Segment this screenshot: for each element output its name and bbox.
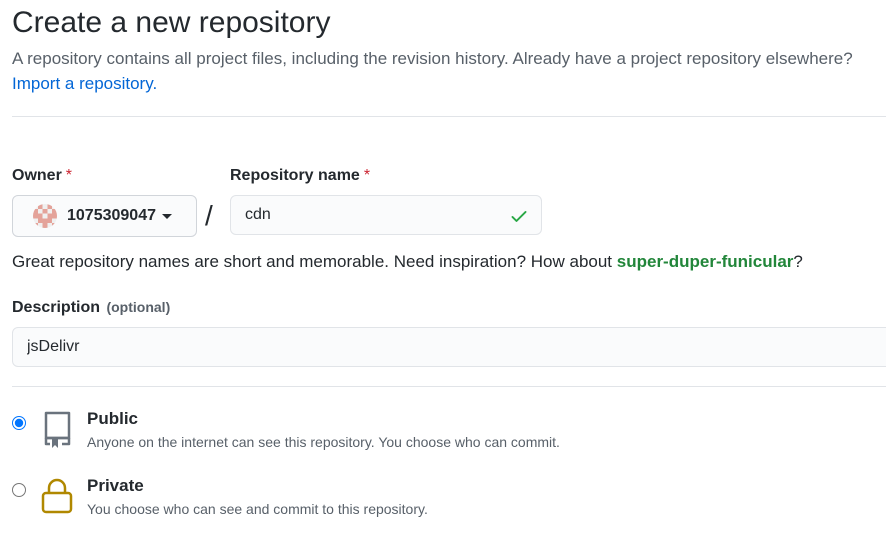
caret-down-icon <box>161 213 172 219</box>
public-radio[interactable] <box>12 416 26 430</box>
description-optional-mark: (optional) <box>106 299 171 315</box>
description-label: Description (optional) <box>12 297 170 318</box>
repo-icon <box>44 411 71 448</box>
owner-label: Owner * <box>12 166 72 186</box>
owner-name: 1075309047 <box>67 207 156 224</box>
hint-text: Great repository names are short and mem… <box>12 252 617 271</box>
page-subtitle: A repository contains all project files,… <box>12 49 853 68</box>
private-option-description: You choose who can see and commit to thi… <box>87 501 428 517</box>
repository-name-label: Repository name * <box>230 166 370 186</box>
repository-name-input[interactable] <box>230 195 542 235</box>
description-input[interactable] <box>12 327 886 367</box>
repository-name-required-mark: * <box>363 167 371 184</box>
repository-name-label-text: Repository name <box>230 167 360 184</box>
hint-suffix: ? <box>793 252 803 271</box>
repository-name-hint: Great repository names are short and mem… <box>12 250 803 274</box>
private-option-title: Private <box>87 476 144 495</box>
name-suggestion-link[interactable]: super-duper-funicular <box>617 252 794 271</box>
description-label-text: Description <box>12 299 101 316</box>
lock-icon <box>41 478 73 514</box>
public-option-description: Anyone on the internet can see this repo… <box>87 434 560 450</box>
import-repository-link[interactable]: Import a repository. <box>12 72 157 96</box>
private-radio[interactable] <box>12 483 26 497</box>
owner-required-mark: * <box>65 167 73 184</box>
avatar <box>33 204 57 228</box>
header-divider <box>12 116 886 117</box>
owner-label-text: Owner <box>12 167 62 184</box>
new-repository-page: Create a new repository A repository con… <box>0 0 886 537</box>
owner-repo-separator: / <box>205 200 213 231</box>
public-option-title: Public <box>87 409 139 428</box>
owner-select-button[interactable]: 1075309047 <box>12 195 197 237</box>
description-divider <box>12 386 886 387</box>
check-icon <box>511 211 527 222</box>
page-title: Create a new repository <box>12 6 331 39</box>
